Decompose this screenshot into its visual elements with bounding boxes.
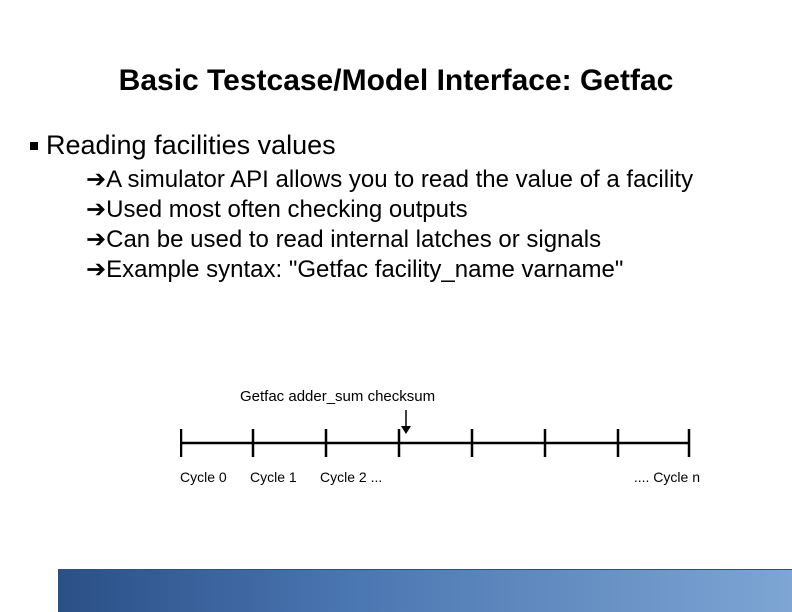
bullet-level1: Reading facilities values xyxy=(30,130,762,161)
cycle-label: Cycle 2 ... xyxy=(320,469,382,485)
bullet-heading: Reading facilities values xyxy=(46,130,336,161)
sub-bullet: ➔ A simulator API allows you to read the… xyxy=(86,165,762,195)
square-bullet-icon xyxy=(30,142,38,150)
arrow-right-icon: ➔ xyxy=(86,255,106,285)
footer-bar xyxy=(58,569,792,612)
arrow-right-icon: ➔ xyxy=(86,195,106,225)
timeline-axis xyxy=(180,423,700,463)
arrow-right-icon: ➔ xyxy=(86,225,106,255)
cycle-label-end: .... Cycle n xyxy=(634,469,700,485)
cycle-labels: Cycle 0 Cycle 1 Cycle 2 ... .... Cycle n xyxy=(180,469,700,485)
cycle-label: Cycle 1 xyxy=(250,469,320,485)
sub-bullet-text: A simulator API allows you to read the v… xyxy=(106,165,693,195)
slide-title: Basic Testcase/Model Interface: Getfac xyxy=(0,64,792,98)
cycle-label: Cycle 0 xyxy=(180,469,250,485)
sub-bullet: ➔ Can be used to read internal latches o… xyxy=(86,225,762,255)
sub-bullet-text: Example syntax: "Getfac facility_name va… xyxy=(106,255,623,285)
slide-body: Reading facilities values ➔ A simulator … xyxy=(30,130,762,285)
timeline-figure: Getfac adder_sum checksum Cycle 0 Cycle … xyxy=(180,388,700,485)
sub-bullet-list: ➔ A simulator API allows you to read the… xyxy=(86,165,762,285)
sub-bullet-text: Used most often checking outputs xyxy=(106,195,468,225)
timeline-svg xyxy=(180,423,700,463)
sub-bullet-text: Can be used to read internal latches or … xyxy=(106,225,601,255)
figure-caption: Getfac adder_sum checksum xyxy=(240,388,700,405)
slide: Basic Testcase/Model Interface: Getfac R… xyxy=(0,0,792,612)
sub-bullet: ➔ Example syntax: "Getfac facility_name … xyxy=(86,255,762,285)
sub-bullet: ➔ Used most often checking outputs xyxy=(86,195,762,225)
arrow-right-icon: ➔ xyxy=(86,165,106,195)
